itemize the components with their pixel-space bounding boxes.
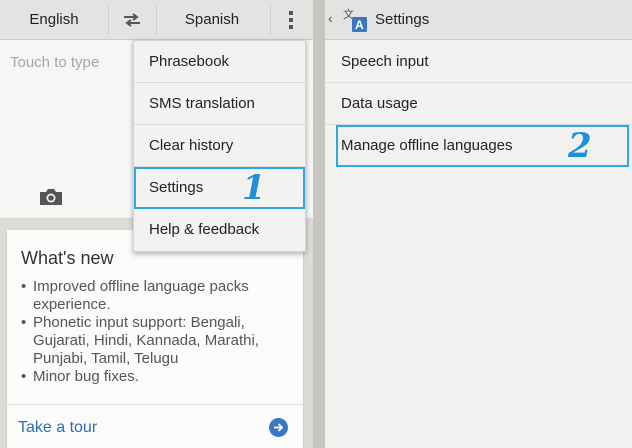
menu-item-clear-history[interactable]: Clear history (134, 125, 305, 167)
translate-panel: English Spanish Touch to type What's new… (0, 0, 313, 448)
screenshot-root: English Spanish Touch to type What's new… (0, 0, 632, 448)
divider (270, 6, 271, 34)
list-item: Improved offline language packs experien… (21, 278, 296, 314)
camera-icon[interactable] (38, 187, 64, 207)
overflow-menu-icon (289, 11, 293, 15)
translate-app-icon[interactable]: 文 A (342, 7, 368, 33)
panel-divider (313, 0, 325, 448)
menu-item-help-feedback[interactable]: Help & feedback (134, 209, 305, 251)
menu-item-label: Settings (149, 179, 204, 196)
input-placeholder: Touch to type (10, 54, 100, 71)
menu-item-settings[interactable]: Settings 1 (134, 167, 305, 209)
step-marker: 1 (242, 168, 266, 208)
setting-speech-input[interactable]: Speech input (325, 41, 632, 83)
arrow-right-circle-icon[interactable] (269, 418, 288, 437)
divider (7, 404, 303, 405)
take-a-tour-link[interactable]: Take a tour (18, 419, 97, 437)
overflow-dot (289, 18, 293, 22)
list-item: Minor bug fixes. (21, 368, 296, 386)
menu-item-sms-translation[interactable]: SMS translation (134, 83, 305, 125)
settings-list: Speech input Data usage Manage offline l… (325, 41, 632, 167)
overflow-menu-button[interactable] (272, 0, 310, 40)
overflow-menu: Phrasebook SMS translation Clear history… (133, 40, 306, 252)
svg-text:A: A (355, 18, 364, 32)
swap-languages-button[interactable] (108, 0, 156, 40)
menu-item-phrasebook[interactable]: Phrasebook (134, 41, 305, 83)
source-language-button[interactable]: English (0, 0, 108, 40)
settings-panel: ‹ 文 A Settings Speech input Data usage M… (325, 0, 632, 448)
whats-new-title: What's new (21, 248, 114, 268)
step-marker: 2 (568, 126, 592, 166)
page-title: Settings (375, 11, 430, 28)
swap-languages-icon (124, 13, 140, 27)
setting-data-usage[interactable]: Data usage (325, 83, 632, 125)
whats-new-card: What's new Improved offline language pac… (7, 230, 303, 448)
overflow-dot (289, 25, 293, 29)
setting-label: Manage offline languages (341, 137, 513, 154)
whats-new-list: Improved offline language packs experien… (21, 278, 296, 386)
language-bar: English Spanish (0, 0, 313, 40)
list-item: Phonetic input support: Bengali, Gujarat… (21, 314, 296, 368)
target-language-button[interactable]: Spanish (156, 0, 268, 40)
back-chevron-icon[interactable]: ‹ (328, 10, 333, 26)
setting-manage-offline-languages[interactable]: Manage offline languages 2 (336, 125, 629, 167)
action-bar: ‹ 文 A Settings (325, 0, 632, 40)
